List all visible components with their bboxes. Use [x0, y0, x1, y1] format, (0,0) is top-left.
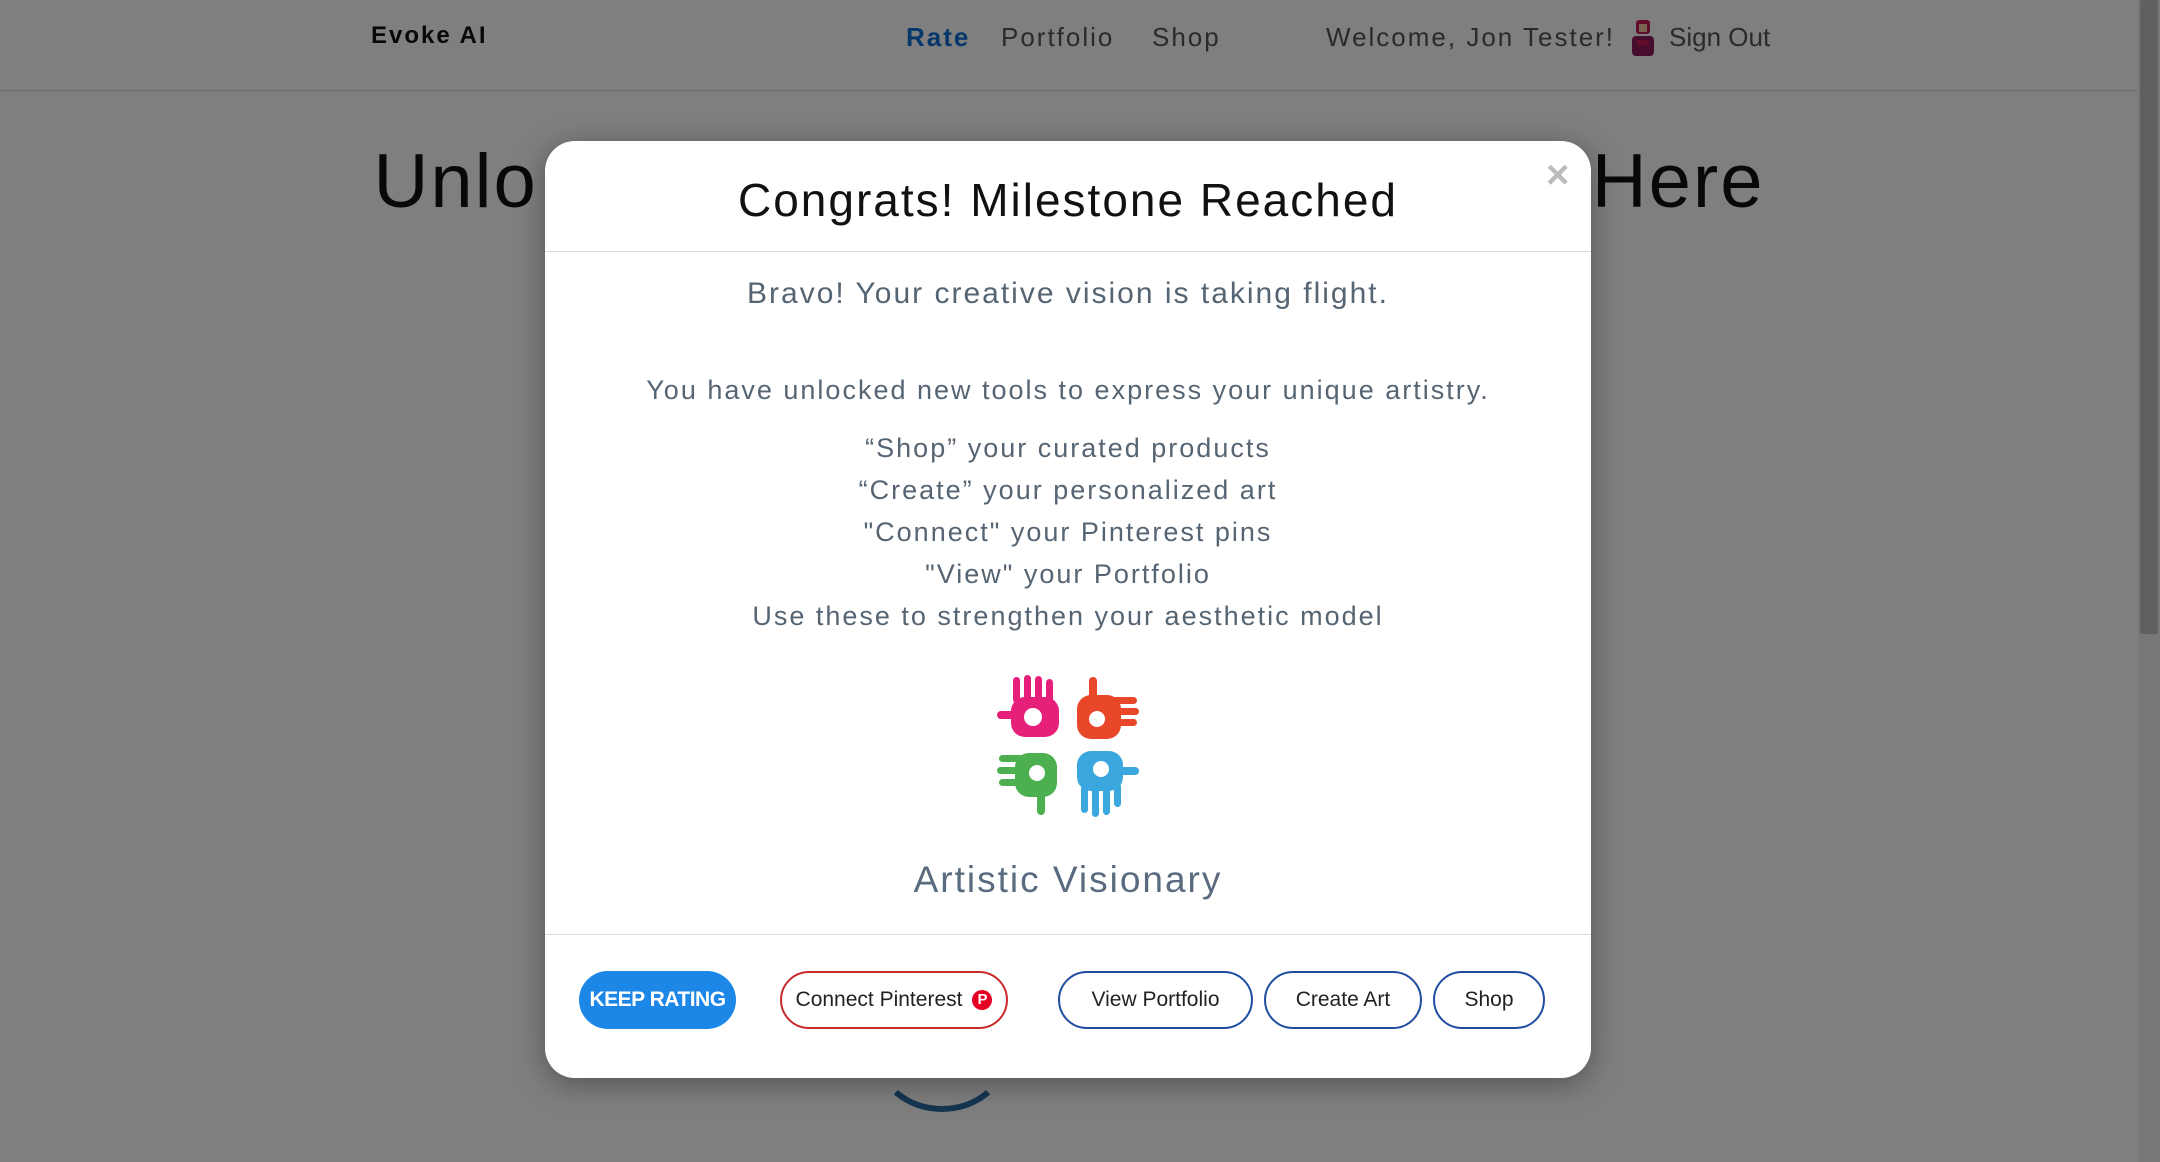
pinterest-icon: P — [972, 990, 993, 1010]
feature-line-create: “Create” your personalized art — [858, 475, 1278, 505]
view-portfolio-button[interactable]: View Portfolio — [1058, 971, 1253, 1029]
modal-footer-divider — [545, 934, 1591, 935]
modal-header-divider — [545, 251, 1591, 252]
badge-title: Artistic Visionary — [913, 859, 1223, 900]
feature-line-shop: “Shop” your curated products — [865, 433, 1271, 463]
hands-logo-icon — [997, 675, 1139, 817]
feature-line-connect: "Connect" your Pinterest pins — [863, 517, 1273, 547]
modal-title: Congrats! Milestone Reached — [738, 174, 1398, 226]
shop-button[interactable]: Shop — [1433, 971, 1545, 1029]
modal-unlock-text: You have unlocked new tools to express y… — [646, 375, 1490, 405]
shop-label: Shop — [1464, 988, 1514, 1011]
create-art-label: Create Art — [1295, 988, 1391, 1011]
connect-pinterest-label: Connect Pinterest — [795, 988, 963, 1011]
modal-lead-text: Bravo! Your creative vision is taking fl… — [747, 277, 1389, 310]
keep-rating-label: KEEP RATING — [589, 988, 726, 1011]
view-portfolio-label: View Portfolio — [1091, 988, 1220, 1011]
milestone-modal: × Congrats! Milestone Reached Bravo! You… — [545, 141, 1591, 1078]
keep-rating-button[interactable]: KEEP RATING — [579, 971, 736, 1029]
connect-pinterest-button[interactable]: Connect Pinterest P — [780, 971, 1008, 1029]
create-art-button[interactable]: Create Art — [1264, 971, 1422, 1029]
feature-line-aesthetic: Use these to strengthen your aesthetic m… — [752, 601, 1384, 631]
feature-line-view: "View" your Portfolio — [925, 559, 1211, 589]
